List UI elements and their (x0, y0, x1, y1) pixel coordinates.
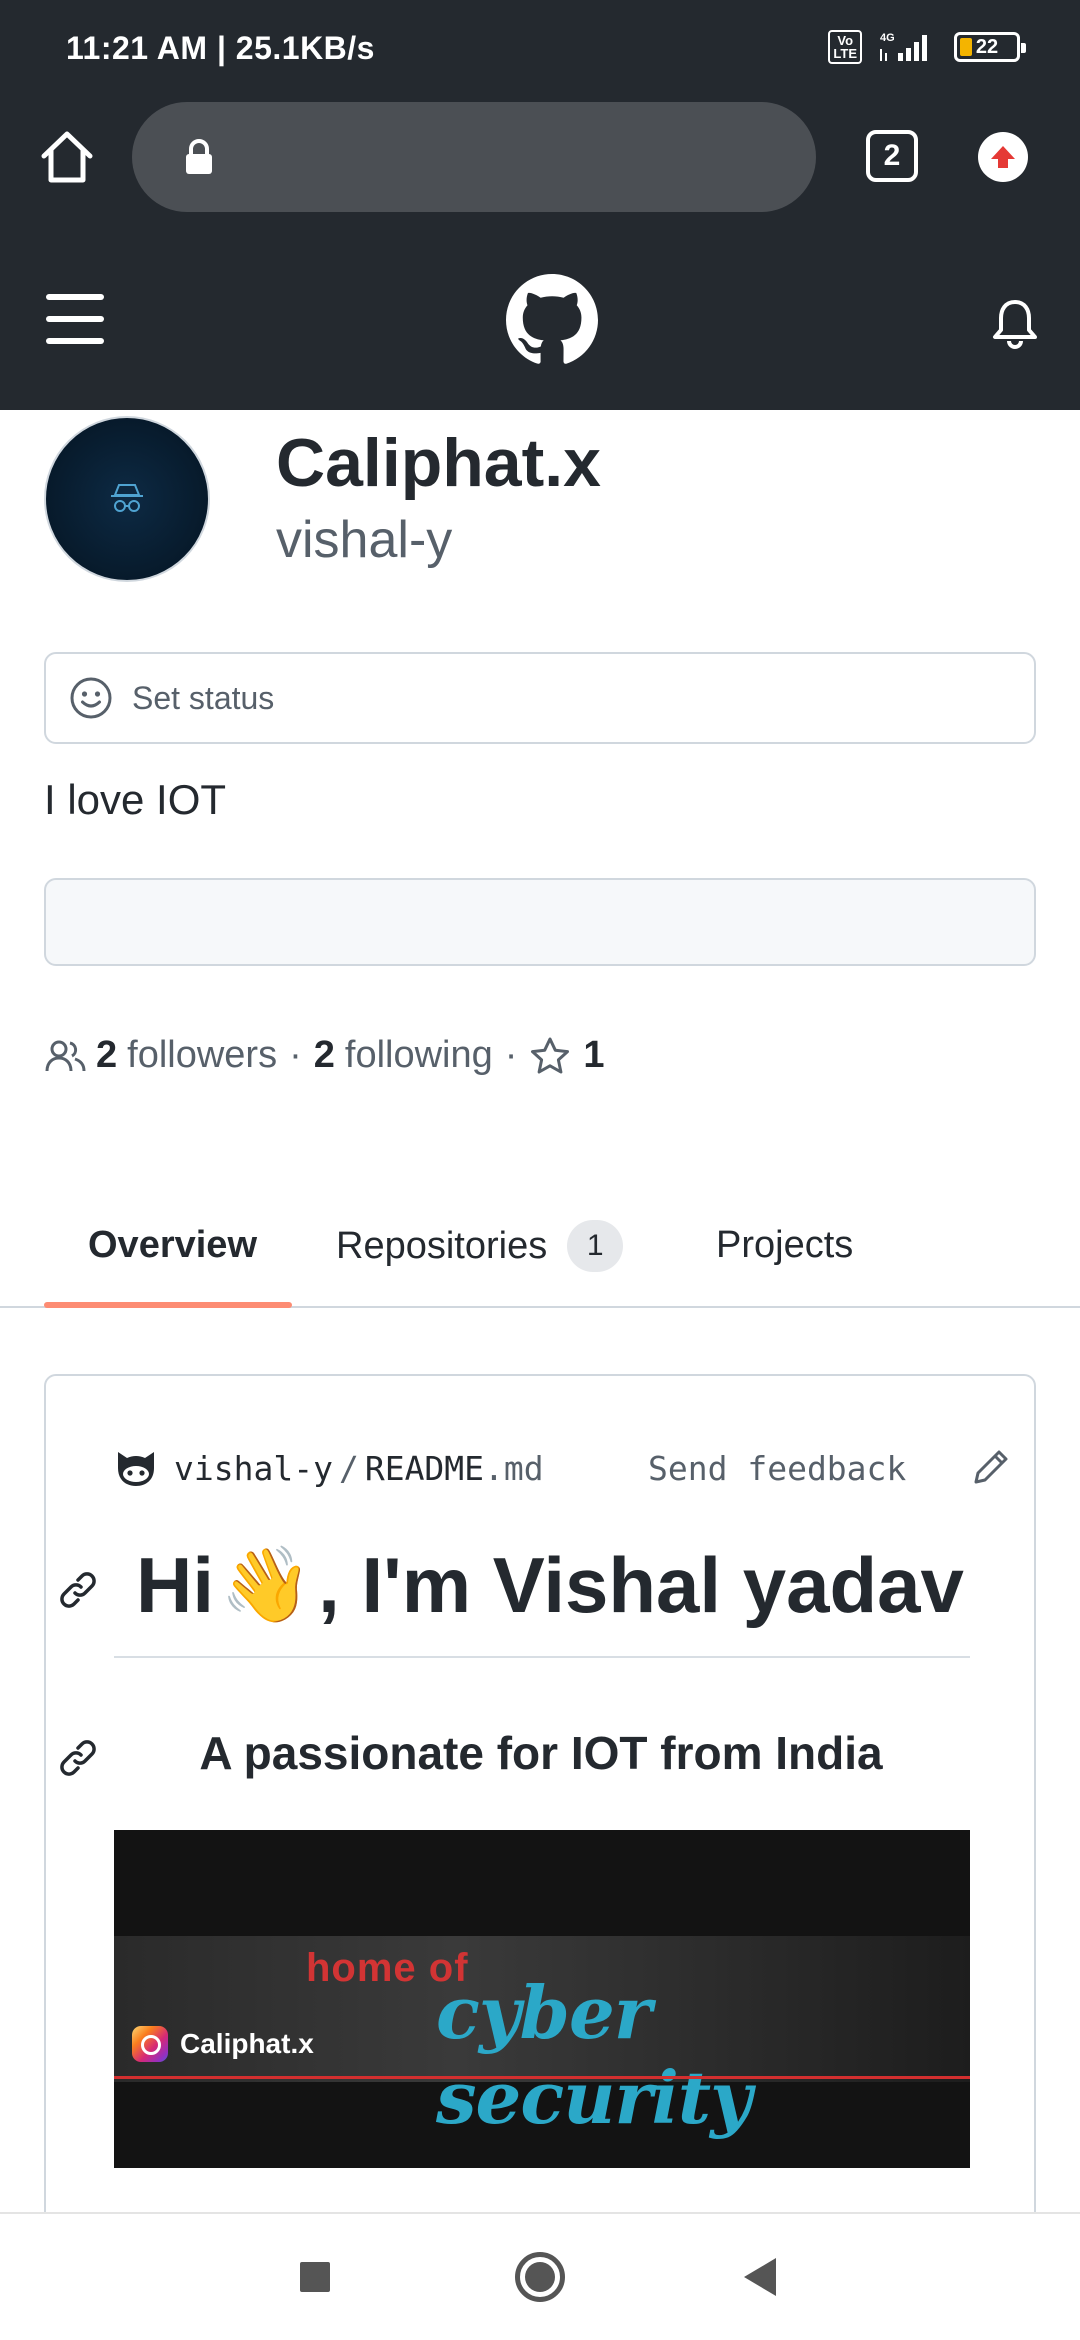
readme-banner-image: home of cyber security Caliphat.x (114, 1830, 970, 2168)
tab-overview[interactable]: Overview (88, 1224, 257, 1267)
stars-count: 1 (583, 1034, 605, 1076)
battery-level: 22 (975, 35, 999, 58)
recents-icon[interactable] (300, 2262, 330, 2292)
pencil-icon[interactable] (970, 1446, 1012, 1488)
tab-repositories-label: Repositories (336, 1224, 548, 1267)
following-link[interactable]: 2 following (314, 1034, 493, 1077)
tab-projects-label: Projects (716, 1224, 854, 1266)
volte-icon: Vo LTE (828, 30, 862, 64)
send-feedback-link[interactable]: Send feedback (648, 1449, 906, 1488)
readme-file-base: README (364, 1448, 485, 1488)
set-status-label: Set status (132, 679, 275, 716)
profile-bio: I love IOT (44, 776, 227, 823)
following-count: 2 (313, 1034, 335, 1076)
github-logo-icon[interactable] (506, 274, 598, 366)
bell-icon[interactable] (990, 296, 1040, 350)
signal-icon: 4G (880, 32, 927, 61)
update-button[interactable] (978, 132, 1028, 182)
readme-title-end: , I'm Vishal yadav (318, 1541, 964, 1629)
status-icons: Vo LTE 4G 22 (828, 30, 1026, 64)
followers-count: 2 (96, 1034, 118, 1076)
network-label: 4G (880, 32, 895, 44)
follow-stats: 2 followers · 2 following · 1 (44, 1034, 615, 1077)
system-nav-bar (0, 2212, 1080, 2340)
readme-subheading: A passionate for IOT from India (199, 1727, 883, 1779)
banner-line2: cyber security (436, 1970, 752, 2140)
battery-icon: 22 (954, 32, 1026, 62)
instagram-icon (132, 2026, 168, 2062)
tab-overview-label: Overview (88, 1224, 257, 1266)
github-header (0, 234, 1080, 410)
incognito-icon (111, 484, 143, 512)
edit-profile-button[interactable] (44, 878, 1036, 966)
readme-title-start: Hi (136, 1541, 214, 1629)
readme-card: vishal-y / README.md Send feedback Hi 👋 , … (44, 1374, 1036, 2340)
link-icon[interactable] (56, 1568, 100, 1612)
repositories-count-badge: 1 (567, 1220, 624, 1272)
active-tab-indicator (44, 1302, 292, 1308)
tab-projects[interactable]: Projects (716, 1224, 853, 1267)
home-icon[interactable] (36, 126, 98, 188)
tab-count: 2 (883, 139, 901, 172)
readme-heading: Hi 👋 , I'm Vishal yadav (46, 1536, 1034, 1646)
banner-red-line (114, 2076, 970, 2079)
back-icon[interactable] (744, 2258, 776, 2296)
set-status-button[interactable]: Set status (44, 652, 1036, 744)
people-icon (45, 1040, 86, 1071)
waving-hand-emoji: 👋 (220, 1543, 313, 1626)
tab-switcher-button[interactable]: 2 (866, 130, 918, 182)
stars-link[interactable]: 1 (529, 1034, 614, 1077)
path-separator: / (338, 1448, 359, 1488)
profile-name: Caliphat.x (276, 425, 601, 501)
lock-icon (186, 139, 212, 174)
separator: · (504, 1034, 518, 1076)
followers-link[interactable]: 2 followers (96, 1034, 277, 1077)
banner-handle: Caliphat.x (132, 2026, 314, 2062)
menu-icon[interactable] (46, 294, 108, 346)
tab-repositories[interactable]: Repositories 1 (336, 1220, 624, 1272)
readme-title: Hi 👋 , I'm Vishal yadav (136, 1540, 964, 1631)
home-circle-icon[interactable] (515, 2252, 565, 2302)
readme-owner: vishal-y (174, 1448, 333, 1488)
status-time: 11:21 AM | 25.1KB/s (66, 30, 375, 66)
profile-login: vishal-y (276, 511, 453, 569)
profile-tabs: Overview Repositories 1 Projects (0, 1200, 1080, 1308)
readme-path[interactable]: vishal-y / README.md (174, 1449, 544, 1488)
following-label: following (344, 1034, 493, 1076)
status-bar: 11:21 AM | 25.1KB/s Vo LTE 4G 22 (0, 0, 1080, 100)
readme-header: vishal-y / README.md Send feedback (114, 1444, 1008, 1492)
octocat-icon (118, 1452, 154, 1486)
separator: · (289, 1034, 302, 1076)
smiley-icon (70, 677, 112, 719)
banner-handle-text: Caliphat.x (180, 2028, 314, 2059)
heading-divider (114, 1656, 970, 1658)
followers-label: followers (127, 1034, 278, 1076)
avatar[interactable] (44, 416, 210, 582)
star-icon (531, 1037, 570, 1073)
browser-toolbar: 2 (0, 100, 1080, 234)
address-bar[interactable] (132, 102, 816, 212)
readme-file-ext: .md (484, 1448, 544, 1488)
arrow-up-icon (991, 146, 1015, 168)
